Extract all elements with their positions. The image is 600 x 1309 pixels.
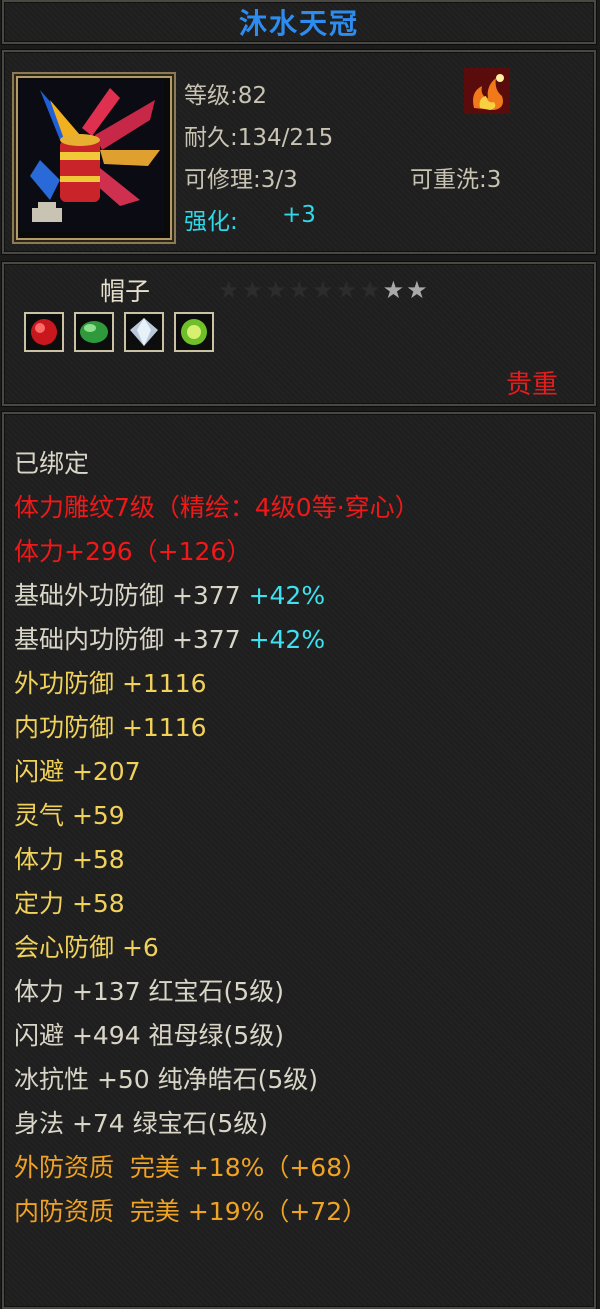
- star-rating: ★★★★★★★★★: [218, 276, 430, 304]
- flame-buff-icon[interactable]: [464, 68, 510, 114]
- item-durability: 耐久:134/215: [184, 125, 334, 151]
- vitality-stat: 体力 +58: [14, 845, 125, 874]
- gem-stat-diamond: 冰抗性 +50 纯净皓石(5级): [14, 1065, 319, 1094]
- item-type-panel: 帽子 ★★★★★★★★★ 贵重: [2, 262, 596, 406]
- ext-def-stat: 外功防御 +1116: [14, 669, 207, 698]
- star-icon: ★: [335, 276, 360, 304]
- ext-def-quality: 外防资质 完美 +18%（+68）: [14, 1153, 368, 1182]
- int-def-stat: 内功防御 +1116: [14, 713, 207, 742]
- item-icon-frame[interactable]: [12, 72, 176, 244]
- crown-hat-icon: [20, 80, 164, 232]
- star-icon: ★: [382, 276, 407, 304]
- base-ext-def-stat: 基础外功防御 +377: [14, 581, 241, 610]
- spirit-stat: 灵气 +59: [14, 801, 125, 830]
- base-int-def-pct: +42%: [248, 625, 326, 654]
- item-enhance-value: +3: [282, 202, 316, 228]
- item-type: 帽子: [100, 277, 151, 306]
- star-icon: ★: [218, 276, 242, 304]
- item-enhance-label: 强化:: [184, 209, 238, 235]
- item-rarity: 贵重: [505, 370, 558, 400]
- dodge-stat: 闪避 +207: [14, 757, 141, 786]
- engrave-stat: 体力雕纹7级（精绘：4级0等·穿心）: [14, 493, 420, 522]
- gem-stat-emerald: 闪避 +494 祖母绿(5级): [14, 1021, 284, 1050]
- star-icon: ★: [359, 276, 383, 304]
- gem-stat-peridot: 身法 +74 绿宝石(5级): [14, 1109, 269, 1138]
- item-stats-panel: 已绑定 体力雕纹7级（精绘：4级0等·穿心） 体力+296（+126） 基础外功…: [2, 412, 596, 1309]
- peridot-gem-icon[interactable]: [174, 312, 214, 352]
- title-bar: 沐水天冠: [2, 0, 596, 44]
- crit-def-stat: 会心防御 +6: [14, 933, 159, 962]
- diamond-gem-icon[interactable]: [124, 312, 164, 352]
- star-icon: ★: [241, 276, 266, 304]
- vitality-bonus-stat: 体力+296（+126）: [14, 537, 252, 566]
- emerald-gem-icon[interactable]: [74, 312, 114, 352]
- item-header: 等级:82 耐久:134/215 可修理:3/3 可重洗:3 强化: +3: [2, 50, 596, 254]
- gem-stat-ruby: 体力 +137 红宝石(5级): [14, 977, 284, 1006]
- star-icon: ★: [265, 276, 289, 304]
- item-name: 沐水天冠: [238, 7, 359, 40]
- item-level: 等级:82: [184, 83, 268, 109]
- bound-status: 已绑定: [14, 449, 90, 478]
- base-int-def-stat: 基础内功防御 +377: [14, 625, 241, 654]
- focus-stat: 定力 +58: [14, 889, 125, 918]
- base-int-def-row: 基础内功防御 +377 +42%: [14, 620, 325, 656]
- item-repairable: 可修理:3/3: [184, 167, 298, 193]
- item-rewashable: 可重洗:3: [410, 167, 502, 193]
- star-icon: ★: [406, 276, 430, 304]
- star-icon: ★: [312, 276, 336, 304]
- base-ext-def-pct: +42%: [248, 581, 326, 610]
- ruby-gem-icon[interactable]: [24, 312, 64, 352]
- star-icon: ★: [288, 276, 313, 304]
- int-def-quality: 内防资质 完美 +19%（+72）: [14, 1197, 368, 1226]
- base-ext-def-row: 基础外功防御 +377 +42%: [14, 576, 325, 612]
